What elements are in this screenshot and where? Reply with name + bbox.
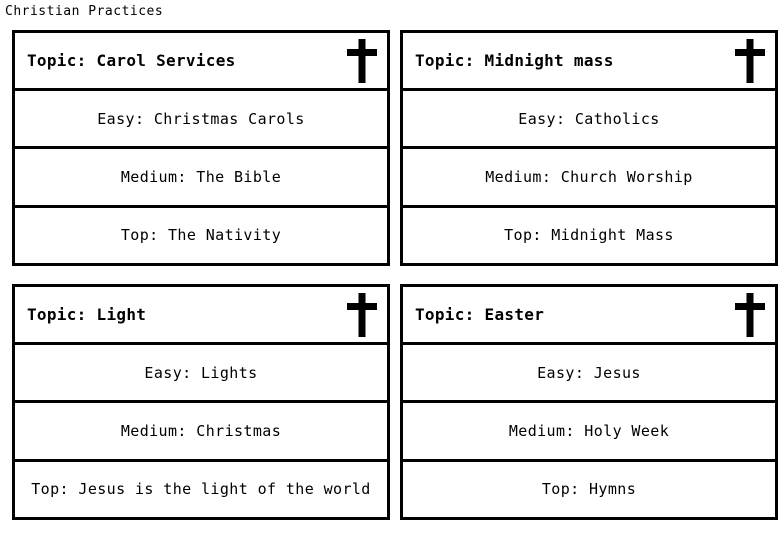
page-title: Christian Practices (5, 4, 164, 19)
topic-card-row: Easy: Catholics (403, 91, 775, 150)
topic-card-title: Topic: Light (27, 305, 147, 324)
topic-card[interactable]: Topic: Midnight mass Easy: Catholics Med… (400, 30, 778, 266)
topic-card-row: Medium: Church Worship (403, 149, 775, 208)
topic-card-row: Top: The Nativity (15, 208, 387, 263)
topic-card-title: Topic: Midnight mass (415, 51, 614, 70)
topic-card-row-text: Medium: The Bible (120, 167, 282, 186)
topic-card-row: Top: Hymns (403, 462, 775, 517)
topic-card-row: Top: Jesus is the light of the world (15, 462, 387, 517)
topic-card-row: Medium: The Bible (15, 149, 387, 208)
card-grid: Topic: Carol Services Easy: Christmas Ca… (0, 30, 780, 530)
topic-card[interactable]: Topic: Easter Easy: Jesus Medium: Holy W… (400, 284, 778, 520)
topic-card-row-text: Easy: Jesus (537, 363, 641, 382)
topic-card-header: Topic: Light (15, 287, 387, 345)
topic-card-row-text: Medium: Christmas (120, 421, 282, 440)
cross-icon (347, 38, 377, 83)
topic-card-row-text: Top: Midnight Mass (504, 226, 674, 245)
topic-card-header: Topic: Midnight mass (403, 33, 775, 91)
topic-card-row-text: Medium: Holy Week (508, 421, 670, 440)
topic-card-row-text: Easy: Catholics (518, 109, 660, 128)
topic-card-row-text: Easy: Christmas Carols (97, 109, 305, 128)
topic-card-row: Easy: Jesus (403, 345, 775, 404)
topic-card-row-text: Medium: Church Worship (485, 167, 693, 186)
topic-card-header: Topic: Easter (403, 287, 775, 345)
topic-card-row-text: Easy: Lights (144, 363, 258, 382)
topic-card-row: Medium: Christmas (15, 403, 387, 462)
topic-card[interactable]: Topic: Light Easy: Lights Medium: Christ… (12, 284, 390, 520)
topic-card-row-text: Top: Hymns (541, 480, 637, 499)
topic-card-row: Easy: Christmas Carols (15, 91, 387, 150)
topic-card-header: Topic: Carol Services (15, 33, 387, 91)
topic-card-row: Easy: Lights (15, 345, 387, 404)
topic-card-row: Medium: Holy Week (403, 403, 775, 462)
topic-card-title: Topic: Carol Services (27, 51, 236, 70)
topic-card-title: Topic: Easter (415, 305, 545, 324)
topic-card[interactable]: Topic: Carol Services Easy: Christmas Ca… (12, 30, 390, 266)
topic-card-row-text: Top: The Nativity (120, 226, 282, 245)
topic-card-row: Top: Midnight Mass (403, 208, 775, 263)
cross-icon (735, 292, 765, 337)
cross-icon (347, 292, 377, 337)
cross-icon (735, 38, 765, 83)
topic-card-row-text: Top: Jesus is the light of the world (31, 480, 371, 499)
